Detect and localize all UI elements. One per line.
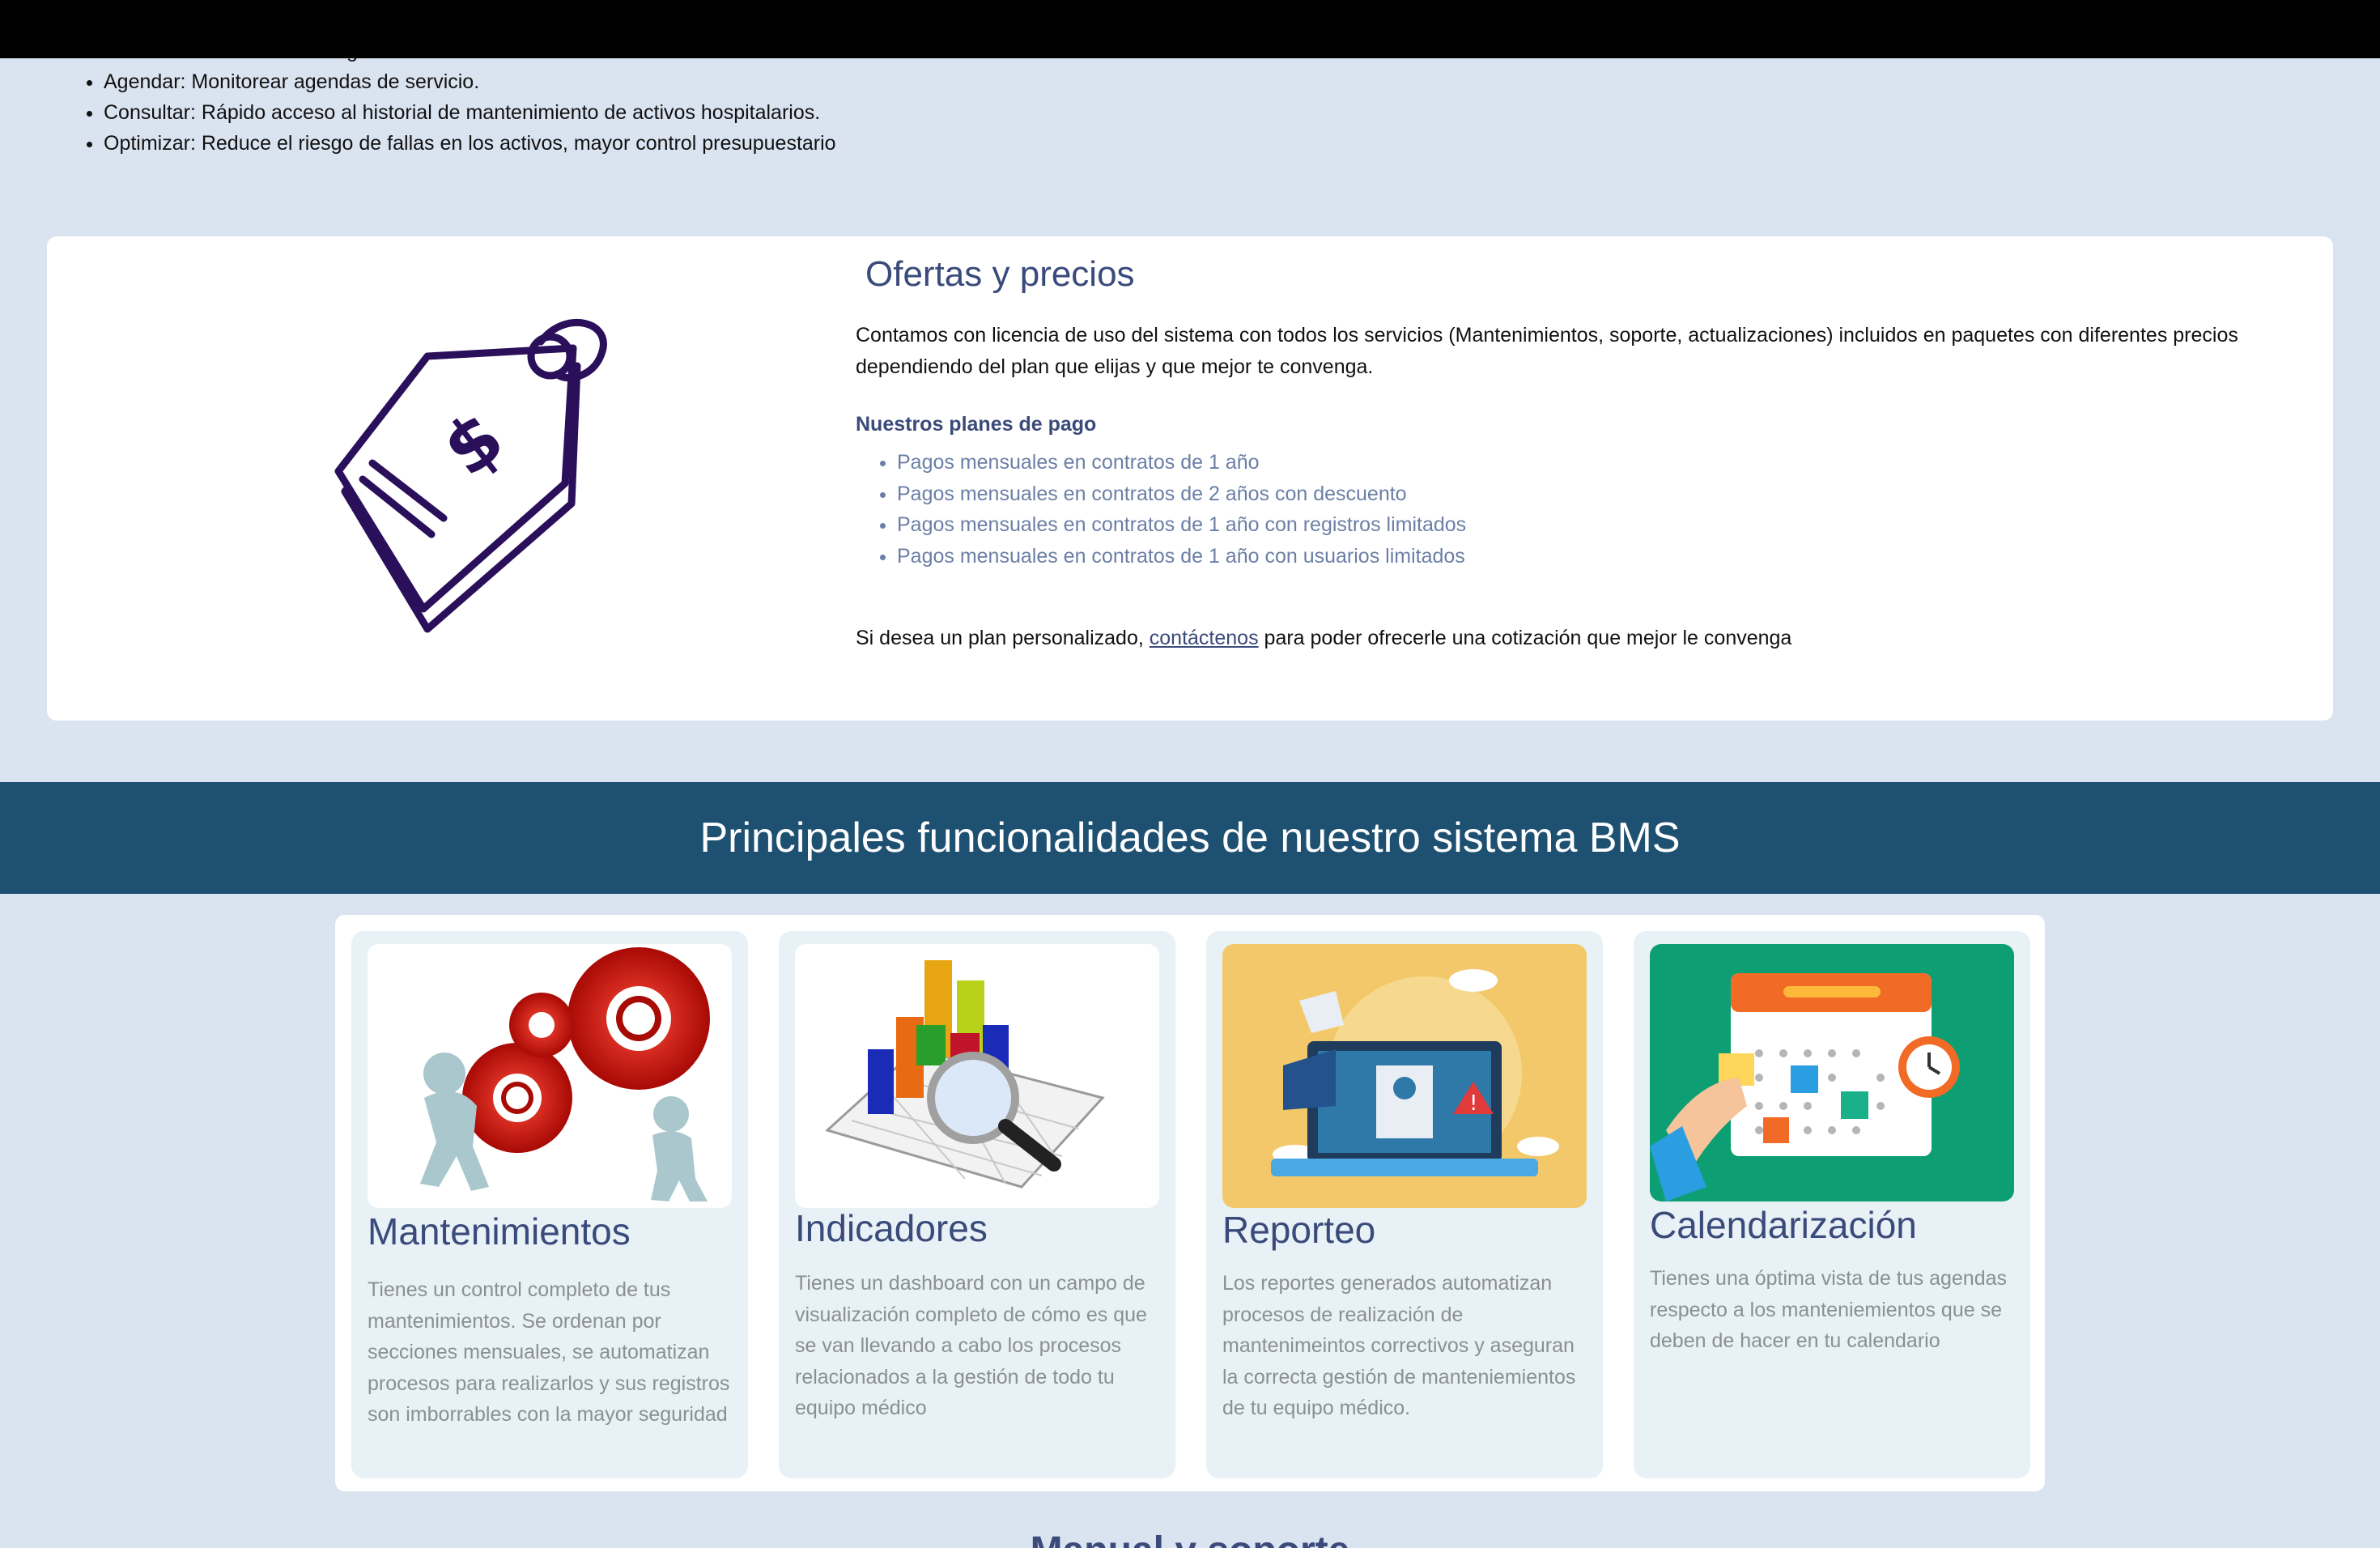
price-tag-icon: $: [322, 317, 630, 633]
offers-card: $ Ofertas y precios Contamos con licenci…: [47, 236, 2333, 721]
chart-magnifier-illustration: [795, 944, 1159, 1208]
custom-plan-prefix: Si desea un plan personalizado,: [856, 627, 1150, 649]
plans-list: Pagos mensuales en contratos de 1 año Pa…: [897, 447, 1466, 572]
custom-plan-suffix: para poder ofrecerle una cotización que …: [1258, 627, 1792, 649]
plan-item: Pagos mensuales en contratos de 2 años c…: [897, 478, 1466, 510]
calendar-illustration: [1650, 944, 2014, 1201]
feature-title: Reporteo: [1222, 1209, 1376, 1251]
feature-card-indicadores[interactable]: Indicadores Tienes un dashboard con un c…: [779, 931, 1175, 1478]
feature-card-calendarizacion[interactable]: Calendarización Tienes una óptima vista …: [1634, 931, 2030, 1478]
feature-description: Los reportes generados automatizan proce…: [1222, 1272, 1576, 1419]
laptop-report-illustration: !: [1222, 944, 1587, 1208]
intro-bullet: Optimizar: Reduce el riesgo de fallas en…: [104, 128, 836, 159]
intro-bullet: Agendar: Monitorear agendas de servicio.: [104, 66, 836, 97]
feature-card-reporteo[interactable]: ! Reporteo Los reportes generados automa…: [1206, 931, 1603, 1478]
intro-bullet: Consultar: Rápido acceso al historial de…: [104, 97, 836, 128]
features-banner: Principales funcionalidades de nuestro s…: [0, 782, 2380, 894]
plan-item: Pagos mensuales en contratos de 1 año co…: [897, 541, 1466, 572]
plans-heading: Nuestros planes de pago: [856, 413, 1097, 436]
feature-description: Tienes un control completo de tus manten…: [368, 1278, 730, 1426]
offers-description: Contamos con licencia de uso del sistema…: [856, 324, 2238, 378]
feature-title: Indicadores: [795, 1207, 988, 1249]
gears-illustration: [368, 944, 732, 1208]
custom-plan-text: Si desea un plan personalizado, contácte…: [856, 627, 1791, 650]
offers-title: Ofertas y precios: [865, 254, 1135, 294]
manual-support-heading: Manual y soporte: [0, 1529, 2380, 1548]
feature-description: Tienes un dashboard con un campo de visu…: [795, 1272, 1147, 1419]
feature-title: Mantenimientos: [368, 1210, 631, 1252]
feature-title: Calendarización: [1650, 1204, 1917, 1246]
features-panel: Mantenimientos Tienes un control complet…: [335, 915, 2045, 1491]
contact-link[interactable]: contáctenos: [1150, 627, 1259, 649]
top-bar: [0, 0, 2380, 58]
plan-item: Pagos mensuales en contratos de 1 año: [897, 447, 1466, 478]
features-banner-title: Principales funcionalidades de nuestro s…: [699, 814, 1681, 861]
plan-item: Pagos mensuales en contratos de 1 año co…: [897, 509, 1466, 541]
feature-description: Tienes una óptima vista de tus agendas r…: [1650, 1267, 2008, 1352]
feature-card-mantenimientos[interactable]: Mantenimientos Tienes un control complet…: [351, 931, 748, 1478]
svg-text:!: !: [1469, 1091, 1477, 1116]
